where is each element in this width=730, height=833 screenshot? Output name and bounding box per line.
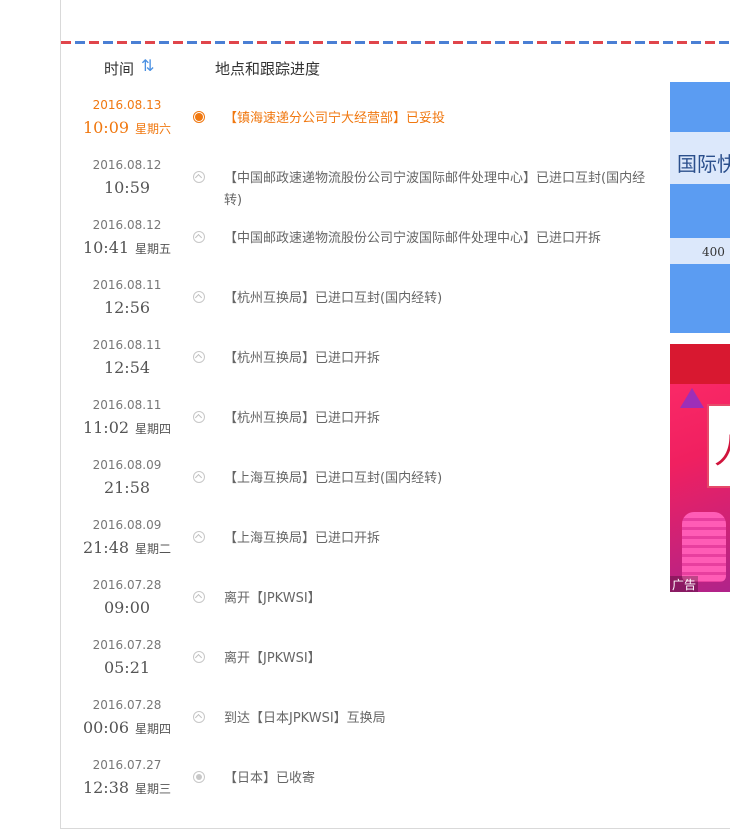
jacket-image-icon bbox=[682, 512, 726, 582]
timeline-row: 2016.08.12 10:59 【中国邮政速递物流股份公司宁波国际邮件处理中心】已… bbox=[0, 154, 670, 214]
event-description: 【中国邮政速递物流股份公司宁波国际邮件处理中心】已进口开拆 bbox=[224, 231, 602, 246]
timeline-row: 2016.08.13 10:09 星期六 【镇海速递分公司宁大经营部】已妥投 bbox=[0, 94, 670, 154]
timeline-node-icon bbox=[193, 711, 205, 723]
time-column-header: 时间 bbox=[104, 60, 135, 78]
event-weekday: 星期三 bbox=[135, 782, 172, 796]
ad-red-strip bbox=[670, 344, 730, 384]
timeline-node-icon bbox=[193, 291, 205, 303]
event-time: 10:59 bbox=[103, 178, 151, 197]
event-weekday: 星期二 bbox=[135, 542, 172, 556]
event-description: 【日本】已收寄 bbox=[224, 771, 316, 786]
event-time-wrap: 11:02 星期四 bbox=[60, 418, 194, 437]
timeline-node-icon bbox=[193, 771, 205, 783]
event-weekday: 星期四 bbox=[135, 722, 172, 736]
event-time-wrap: 00:06 星期四 bbox=[60, 718, 194, 737]
tracking-header: 时间 ⇅ 地点和跟踪进度 bbox=[0, 56, 730, 78]
event-date: 2016.07.28 bbox=[92, 698, 162, 712]
event-description: 【上海互换局】已进口开拆 bbox=[224, 531, 381, 546]
timeline-row: 2016.08.11 12:56 【杭州互换局】已进口互封(国内经转) bbox=[0, 274, 670, 334]
panel-bottom-border bbox=[60, 828, 730, 829]
event-time: 05:21 bbox=[103, 658, 151, 677]
event-weekday: 星期五 bbox=[135, 242, 172, 256]
triangle-decoration-icon bbox=[680, 388, 704, 408]
ad-title: 国际快 bbox=[677, 152, 730, 176]
event-time-wrap: 05:21 bbox=[60, 658, 194, 677]
event-time-wrap: 21:48 星期二 bbox=[60, 538, 194, 557]
event-time: 09:00 bbox=[103, 598, 151, 617]
timeline-row: 2016.07.28 00:06 星期四 到达【日本JPKWSI】互换局 bbox=[0, 694, 670, 754]
ad-banner-international-express[interactable]: 国际快 400 bbox=[670, 82, 730, 333]
timeline-row: 2016.07.27 12:38 星期三 【日本】已收寄 bbox=[0, 754, 670, 814]
event-time: 10:09 bbox=[82, 118, 130, 137]
event-date: 2016.07.27 bbox=[92, 758, 162, 772]
event-description: 【中国邮政速递物流股份公司宁波国际邮件处理中心】已进口互封(国内经转) bbox=[224, 171, 646, 208]
event-date: 2016.08.12 bbox=[92, 218, 162, 232]
event-time-wrap: 09:00 bbox=[60, 598, 194, 617]
ad-glyph: 人 bbox=[714, 424, 730, 473]
event-description: 到达【日本JPKWSI】互换局 bbox=[224, 711, 386, 726]
event-weekday: 星期四 bbox=[135, 422, 172, 436]
event-date: 2016.08.11 bbox=[92, 398, 162, 412]
event-description: 【杭州互换局】已进口互封(国内经转) bbox=[224, 291, 443, 306]
timeline-node-icon bbox=[193, 651, 205, 663]
ad-banner-fashion[interactable]: 人 广告 bbox=[670, 344, 730, 592]
event-time: 21:58 bbox=[103, 478, 151, 497]
timeline-node-icon bbox=[193, 171, 205, 183]
event-description: 离开【JPKWSI】 bbox=[224, 651, 321, 666]
event-time: 00:06 bbox=[82, 718, 130, 737]
event-weekday: 星期六 bbox=[135, 122, 172, 136]
timeline-row: 2016.08.09 21:48 星期二 【上海互换局】已进口开拆 bbox=[0, 514, 670, 574]
event-time-wrap: 12:56 bbox=[60, 298, 194, 317]
ad-label: 广告 bbox=[670, 576, 699, 592]
event-time-wrap: 21:58 bbox=[60, 478, 194, 497]
event-time: 12:38 bbox=[82, 778, 130, 797]
event-time: 10:41 bbox=[82, 238, 130, 257]
event-date: 2016.07.28 bbox=[92, 578, 162, 592]
event-time-wrap: 12:54 bbox=[60, 358, 194, 377]
event-date: 2016.08.11 bbox=[92, 338, 162, 352]
event-date: 2016.08.09 bbox=[92, 518, 162, 532]
event-time-wrap: 10:59 bbox=[60, 178, 194, 197]
event-time: 21:48 bbox=[82, 538, 130, 557]
airmail-divider bbox=[61, 41, 730, 44]
event-time: 11:02 bbox=[82, 418, 130, 437]
event-date: 2016.08.12 bbox=[92, 158, 162, 172]
sort-icon[interactable]: ⇅ bbox=[141, 56, 155, 75]
event-time-wrap: 10:41 星期五 bbox=[60, 238, 194, 257]
event-description: 离开【JPKWSI】 bbox=[224, 591, 321, 606]
event-time-wrap: 10:09 星期六 bbox=[60, 118, 194, 137]
current-status-dot-icon bbox=[193, 111, 205, 123]
event-description: 【上海互换局】已进口互封(国内经转) bbox=[224, 471, 443, 486]
event-date: 2016.07.28 bbox=[92, 638, 162, 652]
timeline-node-icon bbox=[193, 531, 205, 543]
event-description: 【杭州互换局】已进口开拆 bbox=[224, 351, 381, 366]
place-column-header: 地点和跟踪进度 bbox=[215, 60, 321, 78]
timeline-row: 2016.08.09 21:58 【上海互换局】已进口互封(国内经转) bbox=[0, 454, 670, 514]
timeline-node-icon bbox=[193, 231, 205, 243]
timeline-node-icon bbox=[193, 591, 205, 603]
ad-phone: 400 bbox=[702, 245, 725, 259]
timeline-row: 2016.08.11 12:54 【杭州互换局】已进口开拆 bbox=[0, 334, 670, 394]
event-description: 【杭州互换局】已进口开拆 bbox=[224, 411, 381, 426]
event-description: 【镇海速递分公司宁大经营部】已妥投 bbox=[224, 111, 446, 126]
event-time: 12:56 bbox=[103, 298, 151, 317]
event-time: 12:54 bbox=[103, 358, 151, 377]
timeline-node-icon bbox=[193, 351, 205, 363]
event-date: 2016.08.11 bbox=[92, 278, 162, 292]
event-date: 2016.08.09 bbox=[92, 458, 162, 472]
timeline-row: 2016.07.28 05:21 离开【JPKWSI】 bbox=[0, 634, 670, 694]
event-date: 2016.08.13 bbox=[92, 98, 162, 112]
event-time-wrap: 12:38 星期三 bbox=[60, 778, 194, 797]
timeline-node-icon bbox=[193, 411, 205, 423]
timeline-row: 2016.08.12 10:41 星期五 【中国邮政速递物流股份公司宁波国际邮件处理中… bbox=[0, 214, 670, 274]
timeline-node-icon bbox=[193, 471, 205, 483]
timeline-row: 2016.08.11 11:02 星期四 【杭州互换局】已进口开拆 bbox=[0, 394, 670, 454]
timeline-row: 2016.07.28 09:00 离开【JPKWSI】 bbox=[0, 574, 670, 634]
